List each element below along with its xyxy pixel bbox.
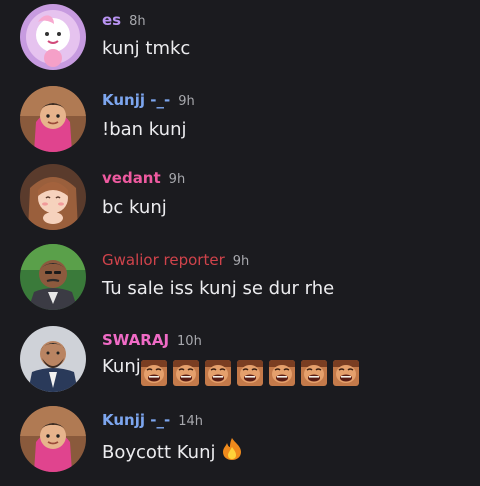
avatar[interactable] [20,406,86,472]
username[interactable]: Kunjj -_- [102,91,170,109]
chat-message: es 8h kunj tmkc [0,4,480,84]
avatar[interactable] [20,86,86,152]
timestamp: 14h [178,414,203,429]
avatar[interactable] [20,164,86,230]
message-content: Kunj [102,356,365,386]
laughing-face-emoji [204,360,231,386]
laughing-face-emoji [236,360,263,386]
message-header: Kunjj -_- 9h [102,90,195,109]
message-text: Kunj [102,356,141,377]
avatar[interactable] [20,326,86,392]
username[interactable]: Kunjj -_- [102,411,170,429]
username[interactable]: vedant [102,169,161,187]
message-content: Tu sale iss kunj se dur rhe [102,278,335,299]
laughing-face-emoji [268,360,295,386]
chat-message: Kunjj -_- 9h !ban kunj [0,86,480,166]
emoji-row [140,360,365,386]
fire-emoji [221,437,243,466]
message-header: vedant 9h [102,168,185,187]
message-header: es 8h [102,10,146,29]
message-header: SWARAJ 10h [102,330,202,349]
timestamp: 8h [129,14,146,29]
timestamp: 10h [177,334,202,349]
chat-message: Gwalior reporter 9h Tu sale iss kunj se d… [0,244,480,324]
message-header: Gwalior reporter 9h [102,250,249,269]
laughing-face-emoji [140,360,167,386]
laughing-face-emoji [172,360,199,386]
timestamp: 9h [178,94,195,109]
username[interactable]: es [102,11,121,29]
avatar[interactable] [20,244,86,310]
chat-message: vedant 9h bc kunj [0,164,480,244]
message-header: Kunjj -_- 14h [102,410,203,429]
laughing-face-emoji [332,360,359,386]
timestamp: 9h [168,172,186,187]
avatar[interactable] [20,4,86,70]
timestamp: 9h [232,254,250,269]
message-content: bc kunj [102,197,167,218]
message-text: Boycott Kunj [102,442,216,463]
chat-message: SWARAJ 10h Kunj [0,326,480,406]
message-content: Boycott Kunj [102,437,243,466]
chat-message-list: es 8h kunj tmkc Kunjj -_- 9h !ban kunj v… [0,0,480,476]
message-content: !ban kunj [102,119,187,140]
chat-message: Kunjj -_- 14h Boycott Kunj [0,406,480,486]
laughing-face-emoji [300,360,327,386]
message-content: kunj tmkc [102,38,191,59]
username[interactable]: SWARAJ [102,331,169,349]
username[interactable]: Gwalior reporter [102,251,225,269]
